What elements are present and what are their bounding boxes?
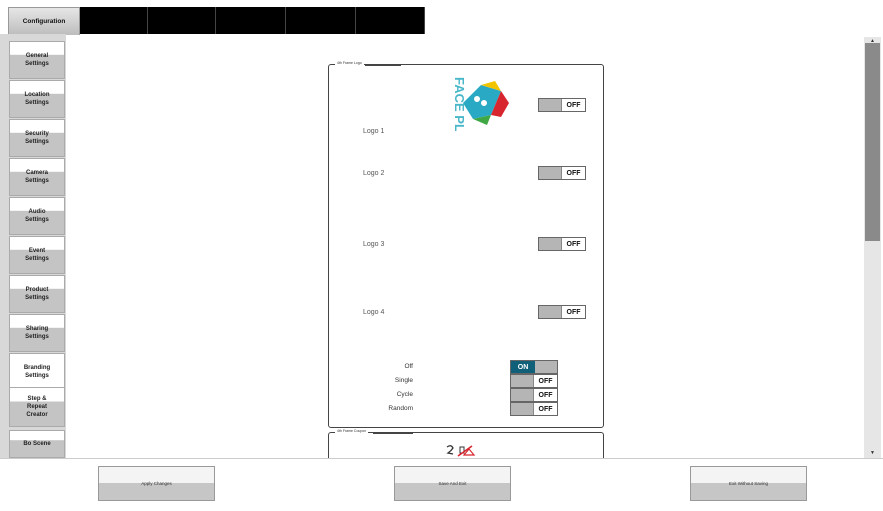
button-label: Exit Without Saving bbox=[728, 481, 769, 486]
logo-4-label: Logo 4 bbox=[363, 309, 385, 316]
frame-logo-panel: 4th Frame Logo FACE PLACE Logo 1 OFF Log… bbox=[328, 61, 604, 428]
coupon-icon bbox=[446, 445, 476, 457]
tab-bar: Configuration bbox=[0, 0, 883, 35]
toggle-state: OFF bbox=[538, 377, 553, 385]
sidebar-item-branding[interactable]: Branding Settings bbox=[9, 353, 65, 391]
sidebar-item-general[interactable]: General Settings bbox=[9, 41, 65, 79]
sidebar-item-location[interactable]: Location Settings bbox=[9, 80, 65, 118]
vertical-scrollbar[interactable]: ▲ ▼ bbox=[864, 37, 881, 458]
sidebar-item-label: Product Settings bbox=[25, 287, 49, 301]
toggle-track bbox=[511, 375, 534, 387]
mode-single-label: Single bbox=[394, 377, 413, 384]
sidebar-item-step-repeat[interactable]: Step & Repeat Creator bbox=[9, 387, 65, 427]
sidebar-item-audio[interactable]: Audio Settings bbox=[9, 197, 65, 235]
button-label: Apply Changes bbox=[141, 481, 172, 486]
toggle-state: OFF bbox=[538, 391, 553, 399]
sidebar-item-label: Audio Settings bbox=[25, 209, 49, 223]
sidebar-item-event[interactable]: Event Settings bbox=[9, 236, 65, 274]
sidebar-item-label: General Settings bbox=[25, 53, 49, 67]
bottom-action-bar: Apply Changes Save And Exit Exit Without… bbox=[0, 458, 883, 511]
sidebar-item-bo-scene[interactable]: Bo Scene bbox=[9, 430, 65, 458]
tab-3[interactable] bbox=[148, 7, 216, 34]
toggle-track bbox=[511, 403, 534, 415]
logo-2-label: Logo 2 bbox=[363, 170, 385, 177]
legend-rule bbox=[365, 65, 401, 66]
toggle-state: OFF bbox=[566, 169, 581, 177]
logo-1-toggle[interactable]: OFF bbox=[538, 98, 586, 112]
exit-without-saving-button[interactable]: Exit Without Saving bbox=[690, 466, 807, 501]
logo-4-toggle[interactable]: OFF bbox=[538, 305, 586, 319]
face-place-logo-image: FACE PLACE bbox=[429, 73, 511, 131]
logo-3-label: Logo 3 bbox=[363, 241, 385, 248]
sidebar-item-label: Event Settings bbox=[25, 248, 49, 262]
panel-legend: 4th Frame Coupon bbox=[335, 429, 369, 433]
logo-1-label: Logo 1 bbox=[363, 128, 385, 135]
toggle-track bbox=[511, 389, 534, 401]
sidebar-item-label: Location Settings bbox=[24, 92, 50, 106]
sidebar: General Settings Location Settings Secur… bbox=[0, 34, 66, 458]
sidebar-item-sharing[interactable]: Sharing Settings bbox=[9, 314, 65, 352]
scroll-thumb[interactable] bbox=[865, 43, 880, 241]
sidebar-item-label: Security Settings bbox=[25, 131, 49, 145]
sidebar-item-label: Camera Settings bbox=[25, 170, 49, 184]
toggle-track bbox=[539, 306, 562, 318]
mode-random-toggle[interactable]: OFF bbox=[510, 402, 558, 416]
sidebar-item-label: Step & Repeat Creator bbox=[26, 396, 48, 418]
mode-off-toggle[interactable]: ON bbox=[510, 360, 558, 374]
mode-random-label: Random bbox=[388, 405, 413, 412]
sidebar-item-product[interactable]: Product Settings bbox=[9, 275, 65, 313]
sidebar-item-label: Branding Settings bbox=[23, 365, 51, 379]
toggle-track bbox=[539, 167, 562, 179]
toggle-state: ON bbox=[511, 361, 535, 373]
mode-cycle-label: Cycle bbox=[396, 391, 413, 398]
toggle-state: OFF bbox=[566, 240, 581, 248]
tab-5[interactable] bbox=[286, 7, 356, 34]
sidebar-item-label: Bo Scene bbox=[23, 441, 51, 447]
tab-2[interactable] bbox=[80, 7, 148, 34]
toggle-state: OFF bbox=[566, 308, 581, 316]
toggle-track bbox=[539, 238, 562, 250]
sidebar-item-label: Sharing Settings bbox=[25, 326, 49, 340]
tab-4[interactable] bbox=[216, 7, 286, 34]
panel-legend: 4th Frame Logo bbox=[335, 61, 364, 65]
legend-rule bbox=[373, 433, 413, 434]
toggle-track bbox=[539, 99, 562, 111]
tab-configuration[interactable]: Configuration bbox=[8, 7, 80, 35]
mode-cycle-toggle[interactable]: OFF bbox=[510, 388, 558, 402]
sidebar-item-camera[interactable]: Camera Settings bbox=[9, 158, 65, 196]
mode-off-label: Off bbox=[404, 363, 413, 370]
logo-3-toggle[interactable]: OFF bbox=[538, 237, 586, 251]
sidebar-item-security[interactable]: Security Settings bbox=[9, 119, 65, 157]
scroll-down-icon[interactable]: ▼ bbox=[867, 451, 878, 456]
logo-2-toggle[interactable]: OFF bbox=[538, 166, 586, 180]
apply-changes-button[interactable]: Apply Changes bbox=[98, 466, 215, 501]
toggle-state: OFF bbox=[538, 405, 553, 413]
mode-single-toggle[interactable]: OFF bbox=[510, 374, 558, 388]
button-label: Save And Exit bbox=[438, 481, 467, 486]
toggle-track bbox=[535, 361, 557, 373]
save-and-exit-button[interactable]: Save And Exit bbox=[394, 466, 511, 501]
tab-6[interactable] bbox=[356, 7, 425, 34]
toggle-state: OFF bbox=[566, 101, 581, 109]
